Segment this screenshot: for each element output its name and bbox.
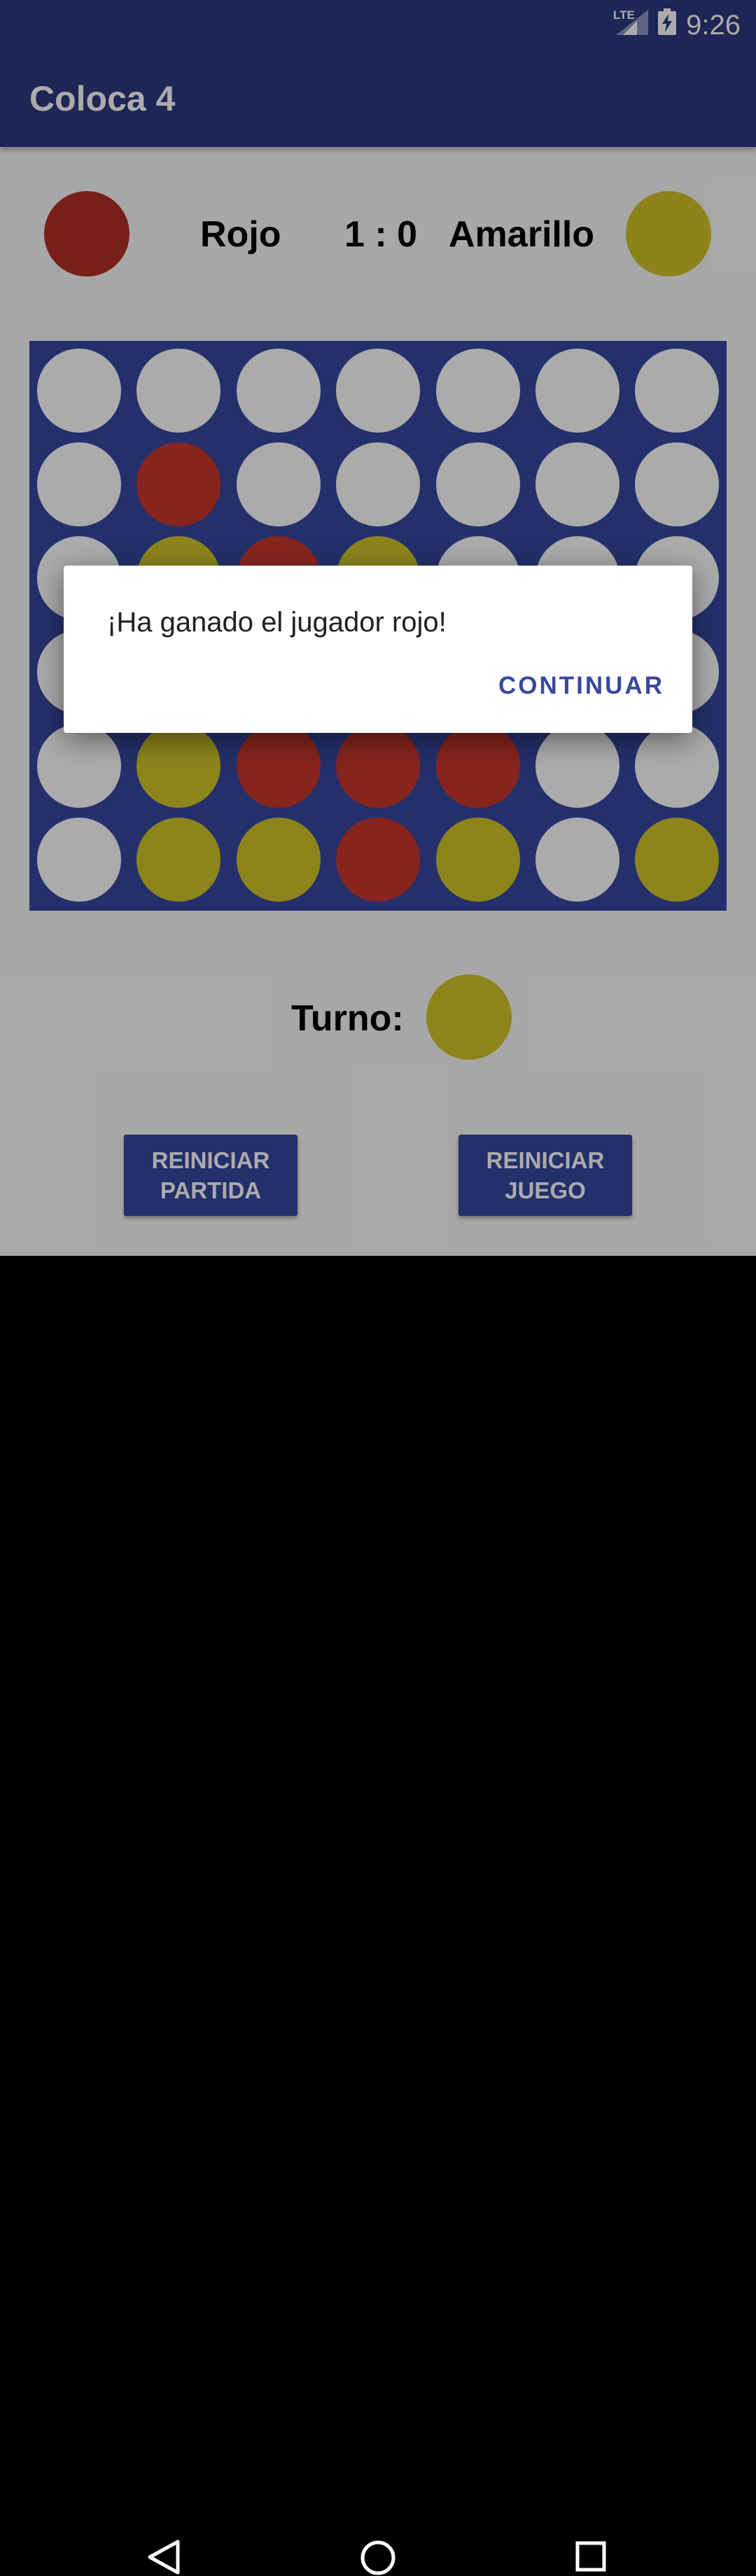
continue-button[interactable]: CONTINUAR xyxy=(498,672,664,700)
winner-dialog: ¡Ha ganado el jugador rojo! CONTINUAR xyxy=(64,566,692,733)
recents-icon[interactable] xyxy=(575,2541,606,2572)
navigation-bar xyxy=(0,1256,756,2575)
home-icon[interactable] xyxy=(360,2540,396,2576)
app-screen: LTE 9:26 Coloca 4 Rojo 1 : 0 Amarillo Tu… xyxy=(0,0,756,1256)
dialog-message: ¡Ha ganado el jugador rojo! xyxy=(107,607,447,638)
back-icon[interactable] xyxy=(147,2540,181,2575)
